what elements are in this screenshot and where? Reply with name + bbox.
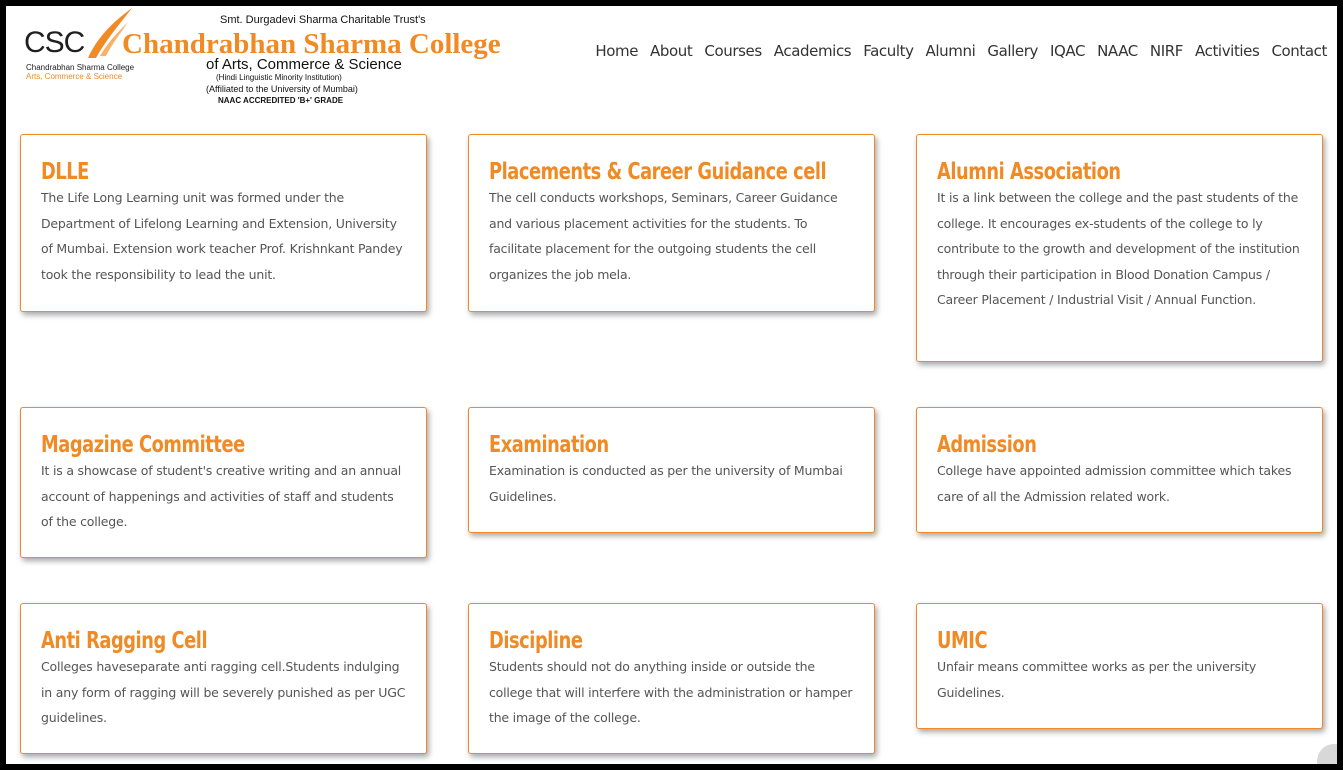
card-title: DLLE: [41, 159, 89, 185]
card-text: College have appointed admission committ…: [937, 463, 1292, 504]
card-text: The Life Long Learning unit was formed u…: [41, 190, 403, 282]
card-dlle: DLLE The Life Long Learning unit was for…: [20, 134, 427, 312]
page-frame: Smt. Durgadevi Sharma Charitable Trust's…: [6, 6, 1337, 764]
nav-nirf[interactable]: NIRF: [1144, 42, 1189, 60]
college-logo[interactable]: Smt. Durgadevi Sharma Charitable Trust's…: [20, 8, 501, 118]
college-subtitle: of Arts, Commerce & Science: [206, 56, 402, 73]
card-title: Magazine Committee: [41, 432, 245, 458]
nav-home[interactable]: Home: [589, 42, 644, 60]
card-text: It is a link between the college and the…: [937, 190, 1300, 307]
nav-alumni[interactable]: Alumni: [920, 42, 982, 60]
main-nav: Home About Courses Academics Faculty Alu…: [589, 42, 1333, 60]
card-text: Students should not do anything inside o…: [489, 659, 853, 725]
card-alumni-association: Alumni Association It is a link between …: [916, 134, 1323, 362]
minority-note: (Hindi Linguistic Minority Institution): [216, 73, 342, 82]
nav-activities[interactable]: Activities: [1189, 42, 1265, 60]
logo-abbreviation: CSC: [24, 26, 85, 59]
card-title: UMIC: [937, 628, 988, 654]
accreditation-note: NAAC ACCREDITED 'B+' GRADE: [218, 96, 344, 105]
affiliation-note: (Affiliated to the University of Mumbai): [206, 84, 358, 94]
card-title: Placements & Career Guidance cell: [489, 159, 827, 185]
card-title: Examination: [489, 432, 609, 458]
card-discipline: Discipline Students should not do anythi…: [468, 603, 875, 754]
scroll-to-top-button[interactable]: [1317, 744, 1337, 764]
logo-small-subtitle: Arts, Commerce & Science: [26, 72, 123, 81]
nav-iqac[interactable]: IQAC: [1044, 42, 1091, 60]
nav-gallery[interactable]: Gallery: [981, 42, 1044, 60]
nav-academics[interactable]: Academics: [768, 42, 857, 60]
card-anti-ragging: Anti Ragging Cell Colleges haveseparate …: [20, 603, 427, 754]
card-placements: Placements & Career Guidance cell The ce…: [468, 134, 875, 312]
nav-contact[interactable]: Contact: [1265, 42, 1333, 60]
card-text: Unfair means committee works as per the …: [937, 659, 1257, 700]
card-title: Admission: [937, 432, 1037, 458]
card-umic: UMIC Unfair means committee works as per…: [916, 603, 1323, 729]
card-text: The cell conducts workshops, Seminars, C…: [489, 190, 838, 282]
card-text: Examination is conducted as per the univ…: [489, 463, 843, 504]
card-text: Colleges haveseparate anti ragging cell.…: [41, 659, 406, 725]
card-title: Anti Ragging Cell: [41, 628, 208, 654]
nav-about[interactable]: About: [644, 42, 698, 60]
nav-naac[interactable]: NAAC: [1091, 42, 1144, 60]
trust-name: Smt. Durgadevi Sharma Charitable Trust's: [220, 14, 426, 26]
card-title: Discipline: [489, 628, 583, 654]
card-title: Alumni Association: [937, 159, 1121, 185]
card-text: It is a showcase of student's creative w…: [41, 463, 402, 529]
logo-small-name: Chandrabhan Sharma College: [26, 63, 135, 72]
card-magazine-committee: Magazine Committee It is a showcase of s…: [20, 407, 427, 558]
site-header: Smt. Durgadevi Sharma Charitable Trust's…: [6, 6, 1337, 118]
nav-faculty[interactable]: Faculty: [857, 42, 919, 60]
card-examination: Examination Examination is conducted as …: [468, 407, 875, 533]
nav-courses[interactable]: Courses: [698, 42, 767, 60]
card-admission: Admission College have appointed admissi…: [916, 407, 1323, 533]
